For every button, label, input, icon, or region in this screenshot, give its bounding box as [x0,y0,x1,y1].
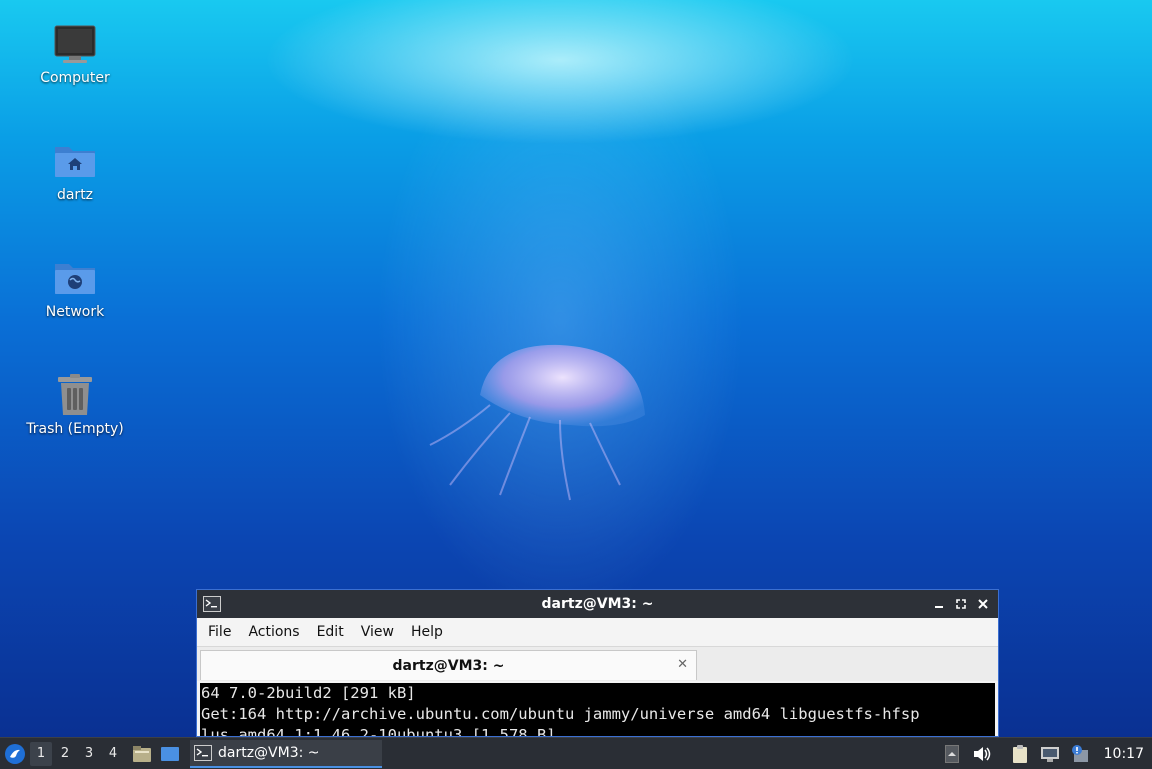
volume-icon[interactable] [970,742,994,766]
terminal-window[interactable]: dartz@VM3: ~ File Actions Edit View Help… [196,589,999,737]
desktop-icon-home[interactable]: dartz [15,139,135,203]
wallpaper-jellyfish [429,344,645,501]
tab-bar: dartz@VM3: ~ ✕ [197,646,998,681]
terminal-tab[interactable]: dartz@VM3: ~ ✕ [200,650,697,680]
desktop-icon-label: dartz [56,187,94,203]
close-button[interactable] [974,595,992,613]
tab-title: dartz@VM3: ~ [392,657,505,674]
computer-icon [53,22,97,66]
desktop-icon [161,746,179,761]
app-menu-button[interactable] [0,738,30,769]
workspace-1[interactable]: 1 [30,741,52,766]
taskbar: 1 2 3 4 dartz@VM3: ~ 10:17 [0,737,1152,769]
desktop-icon-label: Trash (Empty) [26,421,124,437]
desktop-icon-network[interactable]: Network [15,256,135,320]
terminal-line: Get:164 http://archive.ubuntu.com/ubuntu… [201,705,920,723]
maximize-button[interactable] [952,595,970,613]
tab-close-icon[interactable]: ✕ [677,657,688,672]
terminal-line: 64 7.0-2build2 [291 kB] [201,684,416,702]
trash-icon [53,373,97,417]
update-notifier-icon[interactable] [1068,742,1092,766]
terminal-icon [203,596,223,612]
terminal-output[interactable]: 64 7.0-2build2 [291 kB] Get:164 http://ar… [200,683,995,736]
network-status-icon[interactable] [1038,742,1062,766]
file-manager-icon [133,745,151,762]
file-manager-launcher[interactable] [130,742,154,766]
terminal-line: lus amd64 1:1.46.2-10ubuntu3 [1,578 B] [201,726,556,736]
clipboard-icon[interactable] [1008,742,1032,766]
task-label: dartz@VM3: ~ [218,744,320,761]
taskbar-task-terminal[interactable]: dartz@VM3: ~ [190,739,382,768]
menu-file[interactable]: File [201,624,238,640]
system-tray: 10:17 [940,742,1152,766]
desktop-icon-label: Computer [40,70,110,86]
menu-bar: File Actions Edit View Help [197,618,998,646]
desktop-icon-computer[interactable]: Computer [15,22,135,86]
terminal-icon [194,744,212,761]
lubuntu-logo-icon [5,743,25,764]
workspace-4[interactable]: 4 [102,742,124,766]
home-folder-icon [53,139,97,183]
window-titlebar[interactable]: dartz@VM3: ~ [197,590,998,618]
menu-edit[interactable]: Edit [310,624,351,640]
desktop-icon-trash[interactable]: Trash (Empty) [15,373,135,437]
clock[interactable]: 10:17 [1104,746,1144,762]
show-desktop-button[interactable] [158,742,182,766]
tray-expand-icon[interactable] [940,742,964,766]
workspace-2[interactable]: 2 [54,742,76,766]
menu-help[interactable]: Help [404,624,450,640]
menu-view[interactable]: View [354,624,401,640]
workspace-3[interactable]: 3 [78,742,100,766]
menu-actions[interactable]: Actions [241,624,306,640]
network-folder-icon [53,256,97,300]
minimize-button[interactable] [930,595,948,613]
window-title: dartz@VM3: ~ [541,596,654,612]
desktop-icon-label: Network [45,304,105,320]
